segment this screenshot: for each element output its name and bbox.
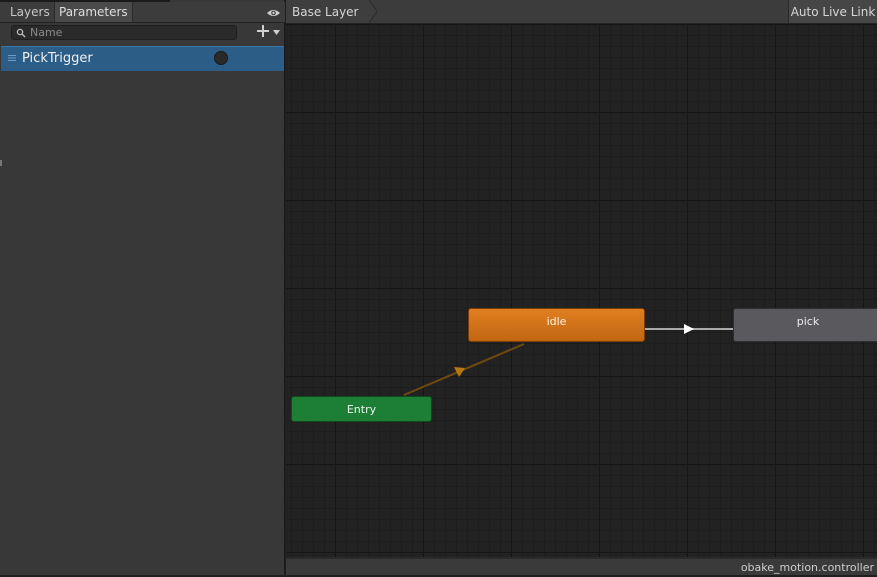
eye-icon[interactable] xyxy=(266,8,281,18)
state-node-pick[interactable]: pick xyxy=(733,308,877,342)
resize-handle[interactable] xyxy=(0,160,2,166)
breadcrumb-arrow-icon xyxy=(368,0,377,23)
search-icon xyxy=(16,28,26,38)
search-row xyxy=(0,24,285,44)
panel-tabs: Layers Parameters xyxy=(0,2,285,23)
state-machine-graph[interactable]: idle pick Entry xyxy=(286,24,877,557)
add-parameter-button[interactable] xyxy=(255,25,283,41)
search-field[interactable] xyxy=(11,25,237,40)
state-node-idle[interactable]: idle xyxy=(468,308,645,342)
breadcrumb-label: Base Layer xyxy=(292,5,359,19)
breadcrumb[interactable]: Base Layer xyxy=(286,0,377,23)
drag-handle-icon[interactable] xyxy=(8,55,16,61)
tab-parameters[interactable]: Parameters xyxy=(54,2,133,22)
chevron-down-icon xyxy=(273,30,280,35)
auto-live-link-button[interactable]: Auto Live Link xyxy=(788,0,877,23)
tab-layers[interactable]: Layers xyxy=(6,2,54,22)
graph-header: Base Layer Auto Live Link xyxy=(286,0,877,24)
parameter-row[interactable]: PickTrigger xyxy=(1,46,284,71)
plus-icon xyxy=(257,25,269,37)
status-bar: obake_motion.controller xyxy=(286,557,877,575)
state-node-entry[interactable]: Entry xyxy=(291,396,432,422)
controller-file-name: obake_motion.controller xyxy=(740,561,874,574)
parameter-name[interactable]: PickTrigger xyxy=(22,47,93,71)
parameters-panel: Layers Parameters Name PickTrigger xyxy=(0,0,285,575)
search-input[interactable] xyxy=(30,26,230,39)
transition-arrow-icon xyxy=(684,324,694,334)
transition-layer xyxy=(403,324,733,396)
trigger-toggle[interactable] xyxy=(214,51,228,65)
